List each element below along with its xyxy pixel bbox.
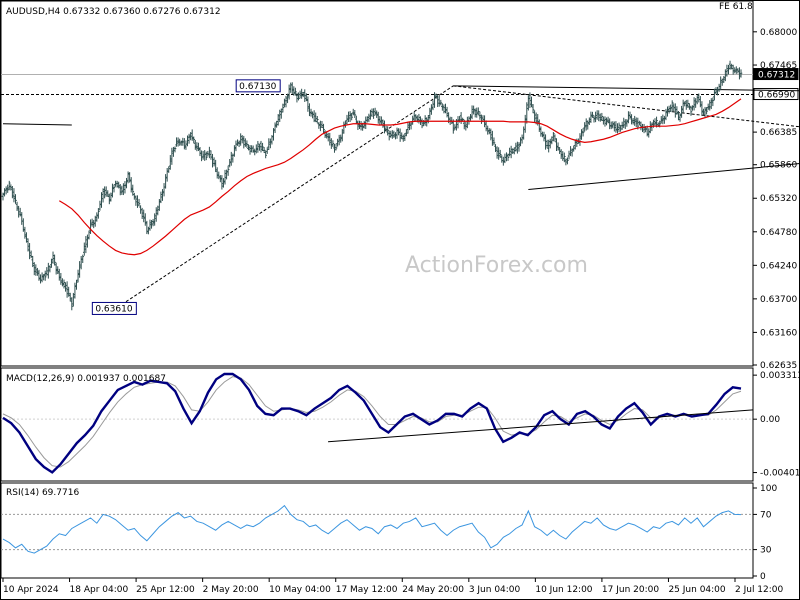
y-tick-label: 0.63700 bbox=[760, 295, 797, 305]
rsi-title: RSI(14) 69.7716 bbox=[6, 488, 79, 498]
x-tick-label: 3 Jun 04:00 bbox=[469, 585, 521, 595]
y-tick-label: 0.63160 bbox=[760, 328, 797, 338]
y-tick-label: 0.62635 bbox=[760, 361, 797, 371]
y-tick-label: 0.64780 bbox=[760, 228, 797, 238]
rsi-y-tick-label: 30 bbox=[760, 546, 772, 556]
rsi-y-tick-label: 70 bbox=[760, 510, 772, 520]
symbol-title: AUDUSD,H4 0.67332 0.67360 0.67276 0.6731… bbox=[6, 7, 221, 17]
y-tick-label: 0.65320 bbox=[760, 194, 797, 204]
price-tag-label: 0.67312 bbox=[758, 71, 795, 81]
x-tick-label: 10 May 04:00 bbox=[269, 585, 331, 595]
x-tick-label: 25 Jun 04:00 bbox=[668, 585, 725, 595]
macd-y-tick-label: -0.004016 bbox=[760, 469, 800, 479]
x-tick-label: 10 Apr 2024 bbox=[3, 585, 59, 595]
macd-y-tick-label: 0.00 bbox=[760, 415, 780, 425]
x-tick-label: 18 Apr 04:00 bbox=[70, 585, 129, 595]
x-tick-label: 17 May 12:00 bbox=[336, 585, 398, 595]
y-tick-label: 0.66385 bbox=[760, 128, 797, 138]
y-tick-label: 0.68000 bbox=[760, 28, 797, 38]
x-tick-label: 10 Jun 12:00 bbox=[535, 585, 592, 595]
price-chart: ActionForex.com 0.680000.674650.663850.6… bbox=[0, 0, 800, 600]
x-tick-label: 2 May 20:00 bbox=[203, 585, 259, 595]
level-label: 0.67130 bbox=[239, 82, 276, 92]
x-tick-label: 24 May 20:00 bbox=[402, 585, 464, 595]
fe-label: FE 61.8 bbox=[719, 2, 753, 12]
x-tick-label: 17 Jun 20:00 bbox=[602, 585, 659, 595]
macd-title: MACD(12,26,9) 0.001937 0.001687 bbox=[6, 374, 166, 384]
rsi-y-tick-label: 0 bbox=[760, 572, 766, 582]
level-label: 0.63610 bbox=[95, 304, 132, 314]
y-tick-label: 0.64240 bbox=[760, 261, 797, 271]
price-tag-label: 0.66990 bbox=[758, 91, 795, 101]
x-tick-label: 25 Apr 12:00 bbox=[136, 585, 195, 595]
x-tick-label: 2 Jul 12:00 bbox=[735, 585, 784, 595]
watermark: ActionForex.com bbox=[405, 253, 588, 278]
macd-y-tick-label: 0.003313 bbox=[760, 371, 800, 381]
rsi-y-tick-label: 100 bbox=[760, 484, 777, 494]
chart-frame bbox=[0, 0, 800, 600]
